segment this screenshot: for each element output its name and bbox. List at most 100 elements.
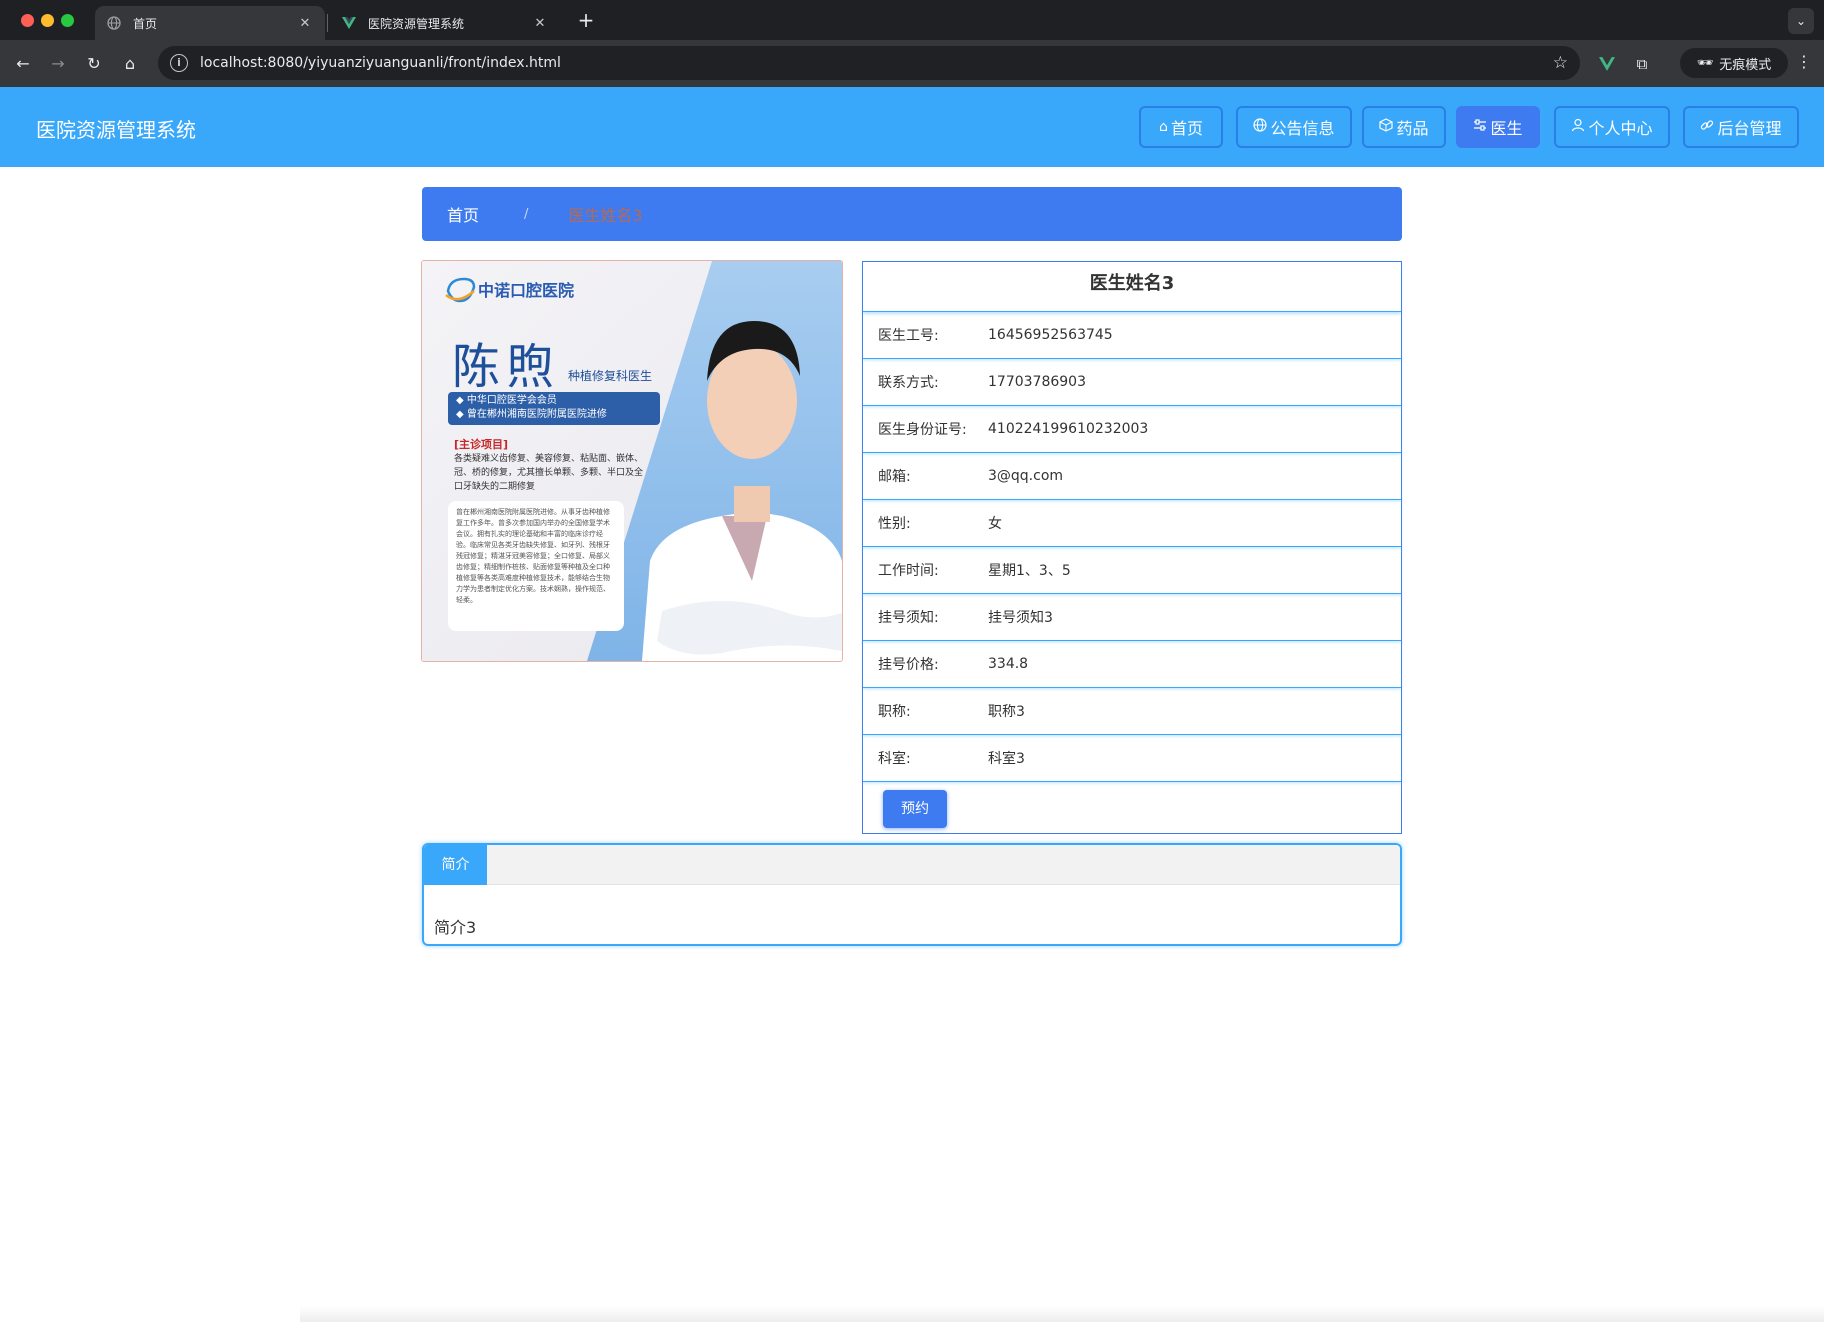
tab-title: 医院资源管理系统 bbox=[368, 16, 465, 31]
incognito-badge[interactable]: 🕶 无痕模式 bbox=[1680, 48, 1788, 78]
breadcrumb: 首页 / 医生姓名3 bbox=[422, 187, 1402, 241]
box-icon bbox=[1379, 118, 1394, 136]
tab-strip: 首页 ✕ 医院资源管理系统 ✕ + ⌄ bbox=[0, 0, 1824, 40]
detail-row-gender: 性别: 女 bbox=[863, 500, 1401, 547]
poster-hospital-name: 中诺口腔医院 bbox=[478, 281, 575, 300]
intro-content: 简介3 bbox=[434, 918, 477, 937]
incognito-label: 无痕模式 bbox=[1719, 57, 1772, 73]
nav-admin[interactable]: 后台管理 bbox=[1683, 106, 1799, 148]
action-row: 预约 bbox=[863, 782, 1401, 836]
url-text[interactable]: localhost:8080/yiyuanziyuanguanli/front/… bbox=[200, 55, 1553, 71]
doctor-name-title: 医生姓名3 bbox=[863, 262, 1401, 312]
poster-main-text: 各类疑难义齿修复、美容修复、粘贴面、嵌体、冠、桥的修复，尤其擅长单颗、多颗、半口… bbox=[454, 454, 644, 492]
page-bottom-shadow bbox=[300, 1306, 1824, 1322]
poster-credential: ◆ 中华口腔医学会会员 bbox=[456, 395, 557, 406]
back-arrow-icon[interactable]: ← bbox=[11, 52, 35, 76]
browser-chrome: 首页 ✕ 医院资源管理系统 ✕ + ⌄ ← → ↻ ⌂ i localhost:… bbox=[0, 0, 1824, 87]
detail-label: 性别: bbox=[878, 516, 911, 532]
poster-doctor-name: 陈煦 bbox=[452, 339, 561, 395]
poster-main-title: [主诊项目] bbox=[454, 438, 509, 451]
browser-toolbar: ← → ↻ ⌂ i localhost:8080/yiyuanziyuangua… bbox=[0, 40, 1824, 87]
detail-value: 3@qq.com bbox=[988, 468, 1064, 484]
detail-row-contact: 联系方式: 17703786903 bbox=[863, 359, 1401, 406]
reserve-button[interactable]: 预约 bbox=[883, 790, 947, 828]
detail-label: 医生工号: bbox=[878, 328, 939, 344]
detail-value: 科室3 bbox=[988, 751, 1025, 767]
detail-value: 星期1、3、5 bbox=[988, 563, 1071, 579]
browser-tab-app[interactable]: 医院资源管理系统 ✕ bbox=[330, 6, 560, 40]
nav-label: 医生 bbox=[1490, 119, 1523, 138]
detail-label: 挂号须知: bbox=[878, 610, 939, 626]
detail-label: 邮箱: bbox=[878, 469, 911, 485]
detail-row-registration-price: 挂号价格: 334.8 bbox=[863, 641, 1401, 688]
detail-label: 挂号价格: bbox=[878, 657, 939, 673]
detail-label: 联系方式: bbox=[878, 375, 939, 391]
doctor-photo: 中诺口腔医院 陈煦 种植修复科医生 ◆ 中华口腔医学会会员 ◆ 曾在郴州湘南医院… bbox=[421, 260, 843, 662]
extensions-puzzle-icon[interactable]: ⧉ bbox=[1630, 52, 1654, 76]
home-icon: ⌂ bbox=[1159, 119, 1168, 135]
poster-bio: 曾在郴州湘南医院附属医院进修。从事牙齿种植修复工作多年。曾多次参加国内举办的全国… bbox=[448, 501, 624, 631]
link-icon bbox=[1700, 118, 1714, 136]
detail-row-department: 科室: 科室3 bbox=[863, 735, 1401, 782]
nav-label: 后台管理 bbox=[1717, 119, 1782, 138]
detail-value: 职称3 bbox=[988, 704, 1025, 720]
breadcrumb-home[interactable]: 首页 bbox=[447, 202, 479, 226]
detail-row-registration-notice: 挂号须知: 挂号须知3 bbox=[863, 594, 1401, 641]
browser-menu-icon[interactable]: ⋮ bbox=[1796, 52, 1812, 71]
detail-label: 科室: bbox=[878, 751, 911, 767]
nav-announcements[interactable]: 公告信息 bbox=[1236, 106, 1352, 148]
detail-value: 16456952563745 bbox=[988, 327, 1113, 343]
site-info-icon[interactable]: i bbox=[170, 54, 188, 72]
doctor-detail-panel: 医生姓名3 医生工号: 16456952563745 联系方式: 1770378… bbox=[862, 261, 1402, 834]
poster-credential: ◆ 曾在郴州湘南医院附属医院进修 bbox=[456, 409, 607, 420]
vue-devtools-icon[interactable] bbox=[1595, 52, 1619, 76]
new-tab-button[interactable]: + bbox=[574, 8, 598, 32]
user-icon bbox=[1571, 118, 1585, 136]
maximize-window-button[interactable] bbox=[61, 14, 74, 27]
nav-personal-center[interactable]: 个人中心 bbox=[1554, 106, 1670, 148]
detail-value: 挂号须知3 bbox=[988, 610, 1053, 626]
browser-tab-home[interactable]: 首页 ✕ bbox=[95, 6, 325, 40]
tab-title: 首页 bbox=[133, 16, 158, 31]
site-header: 医院资源管理系统 ⌂ 首页 公告信息 药品 医生 个人中心 后台管理 bbox=[0, 87, 1824, 167]
breadcrumb-current: 医生姓名3 bbox=[568, 206, 643, 225]
vue-icon bbox=[342, 16, 356, 30]
tab-separator bbox=[327, 14, 328, 32]
detail-value: 334.8 bbox=[988, 656, 1029, 672]
detail-value: 17703786903 bbox=[988, 374, 1086, 390]
site-title: 医院资源管理系统 bbox=[36, 118, 196, 142]
detail-value: 女 bbox=[988, 516, 1002, 532]
poster-specialty: 种植修复科医生 bbox=[568, 369, 653, 383]
detail-label: 职称: bbox=[878, 704, 911, 720]
close-window-button[interactable] bbox=[21, 14, 34, 27]
detail-row-employee-id: 医生工号: 16456952563745 bbox=[863, 312, 1401, 359]
close-tab-icon[interactable]: ✕ bbox=[297, 16, 313, 31]
nav-doctors[interactable]: 医生 bbox=[1456, 106, 1540, 148]
forward-arrow-icon[interactable]: → bbox=[46, 52, 70, 76]
sliders-icon bbox=[1473, 118, 1487, 136]
tab-intro[interactable]: 简介 bbox=[424, 845, 487, 885]
reload-icon[interactable]: ↻ bbox=[82, 52, 106, 76]
nav-home[interactable]: ⌂ 首页 bbox=[1139, 106, 1223, 148]
detail-value: 410224199610232003 bbox=[988, 421, 1149, 437]
tab-search-button[interactable]: ⌄ bbox=[1788, 8, 1814, 34]
intro-tabbar: 简介 bbox=[424, 845, 1400, 885]
globe-icon bbox=[107, 16, 121, 30]
bookmark-star-icon[interactable]: ☆ bbox=[1553, 53, 1568, 73]
breadcrumb-separator: / bbox=[524, 206, 529, 222]
close-tab-icon[interactable]: ✕ bbox=[532, 16, 548, 31]
detail-row-email: 邮箱: 3@qq.com bbox=[863, 453, 1401, 500]
globe-icon bbox=[1253, 118, 1268, 136]
poster-credentials: ◆ 中华口腔医学会会员 ◆ 曾在郴州湘南医院附属医院进修 bbox=[448, 392, 660, 425]
nav-label: 公告信息 bbox=[1270, 119, 1335, 138]
detail-row-id-card: 医生身份证号: 410224199610232003 bbox=[863, 406, 1401, 453]
home-icon[interactable]: ⌂ bbox=[118, 52, 142, 76]
minimize-window-button[interactable] bbox=[41, 14, 54, 27]
nav-label: 药品 bbox=[1396, 119, 1429, 138]
nav-medicine[interactable]: 药品 bbox=[1362, 106, 1446, 148]
nav-label: 个人中心 bbox=[1588, 119, 1653, 138]
address-bar[interactable]: i localhost:8080/yiyuanziyuanguanli/fron… bbox=[158, 46, 1580, 80]
incognito-icon: 🕶 bbox=[1696, 55, 1714, 71]
detail-label: 工作时间: bbox=[878, 563, 939, 579]
intro-tabs: 简介 简介3 bbox=[422, 843, 1402, 946]
